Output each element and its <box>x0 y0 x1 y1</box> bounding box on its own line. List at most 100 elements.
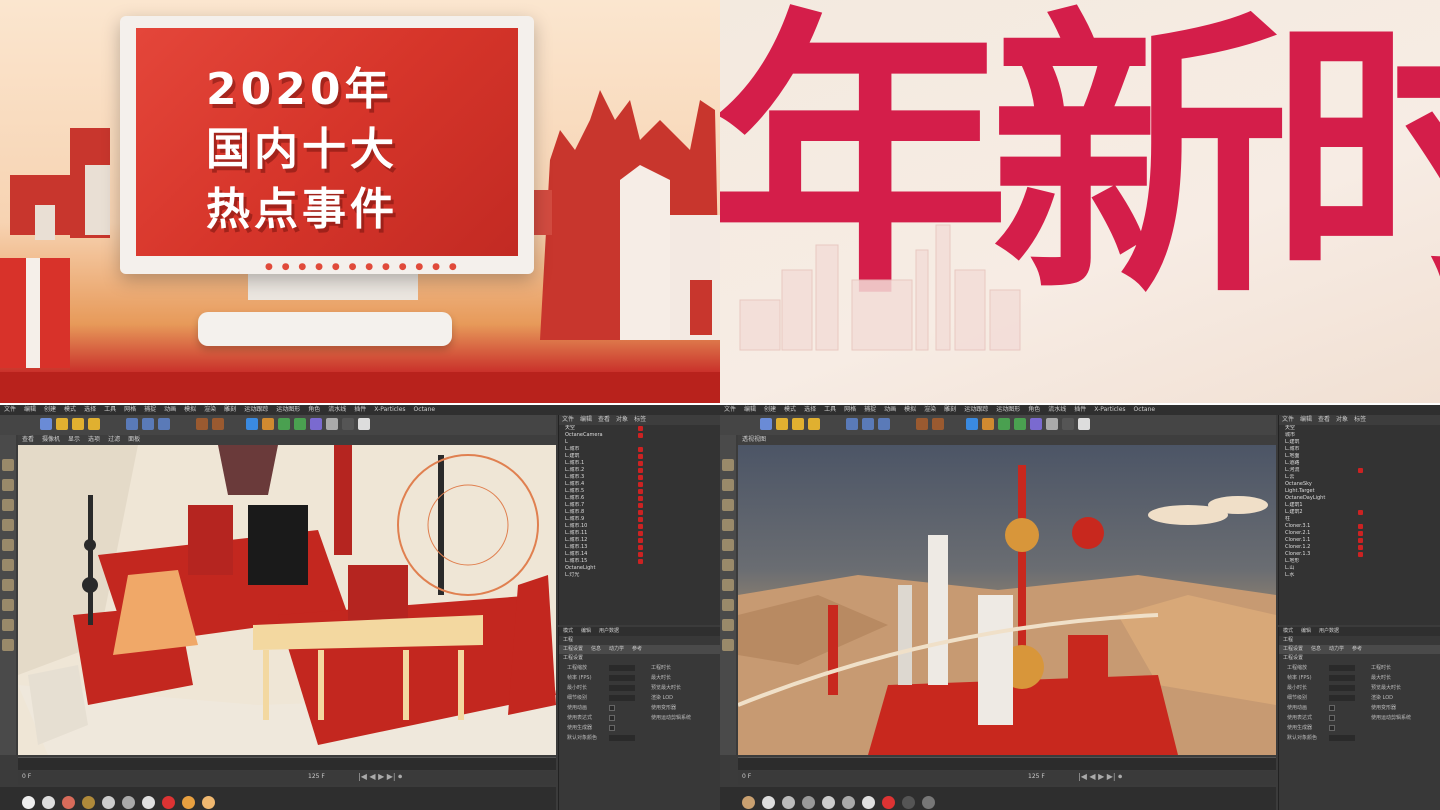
object-row[interactable]: OctaneSky <box>1279 481 1440 488</box>
menu-item[interactable]: 运动图形 <box>996 406 1020 413</box>
tool-icon[interactable] <box>2 639 14 651</box>
frame-end[interactable]: 125 F <box>1028 773 1045 780</box>
timeline-ruler[interactable] <box>738 757 1276 770</box>
menu-item[interactable]: 文件 <box>724 406 736 413</box>
material-ball[interactable] <box>862 796 875 809</box>
menu-item[interactable]: 选择 <box>804 406 816 413</box>
attr-subtab[interactable]: 参考 <box>632 646 642 652</box>
object-row[interactable]: Cloner.1.2 <box>1279 544 1440 551</box>
attr-menu-item[interactable]: 编辑 <box>581 628 591 634</box>
viewport-menu-item[interactable]: 摄像机 <box>42 436 60 443</box>
array-icon[interactable] <box>294 418 306 430</box>
material-ball[interactable] <box>22 796 35 809</box>
scale-icon[interactable] <box>72 418 84 430</box>
play-controls[interactable]: |◀ ◀ ▶ ▶| ⏺ <box>1078 772 1122 782</box>
attr-field[interactable] <box>1329 695 1355 701</box>
attr-checkbox[interactable] <box>609 725 615 731</box>
menu-item[interactable]: 雕刻 <box>944 406 956 413</box>
tool-icon[interactable] <box>722 619 734 631</box>
tool-icon[interactable] <box>722 459 734 471</box>
menu-item[interactable]: 创建 <box>44 406 56 413</box>
tool-icon[interactable] <box>2 459 14 471</box>
object-menu-item[interactable]: 标签 <box>1354 416 1366 423</box>
object-row[interactable]: L.城市.10 <box>559 523 720 530</box>
object-menu-item[interactable]: 文件 <box>1282 416 1294 423</box>
render-icon[interactable] <box>196 418 208 430</box>
material-ball[interactable] <box>922 796 935 809</box>
attr-subtab[interactable]: 信息 <box>591 646 601 652</box>
object-menu-item[interactable]: 文件 <box>562 416 574 423</box>
object-row[interactable]: 天空 <box>1279 425 1440 432</box>
subdivision-icon[interactable] <box>998 418 1010 430</box>
menu-item[interactable]: 渲染 <box>924 406 936 413</box>
object-row[interactable]: L.地面 <box>1279 453 1440 460</box>
object-row[interactable]: L.水 <box>1279 572 1440 579</box>
attr-menu-item[interactable]: 模式 <box>563 628 573 634</box>
rotate-icon[interactable] <box>808 418 820 430</box>
attr-checkbox[interactable] <box>609 715 615 721</box>
object-row[interactable]: Cloner.1.1 <box>1279 537 1440 544</box>
attr-menu-item[interactable]: 编辑 <box>1301 628 1311 634</box>
undo-icon[interactable] <box>40 418 52 430</box>
menu-item[interactable]: Octane <box>1134 406 1156 413</box>
object-row[interactable]: L.河流 <box>1279 467 1440 474</box>
viewport-menu-item[interactable]: 选项 <box>88 436 100 443</box>
menu-item[interactable]: 工具 <box>104 406 116 413</box>
object-row[interactable]: 城市 <box>1279 432 1440 439</box>
object-menu-item[interactable]: 对象 <box>616 416 628 423</box>
render-view-icon[interactable] <box>212 418 224 430</box>
menu-item[interactable]: X-Particles <box>374 406 405 413</box>
object-row[interactable]: L.城市.11 <box>559 530 720 537</box>
tool-icon[interactable] <box>722 519 734 531</box>
material-ball[interactable] <box>822 796 835 809</box>
material-ball[interactable] <box>182 796 195 809</box>
menu-item[interactable]: 模拟 <box>184 406 196 413</box>
deformer-icon[interactable] <box>1030 418 1042 430</box>
pen-icon[interactable] <box>262 418 274 430</box>
attr-menu-item[interactable]: 用户数据 <box>1319 628 1339 634</box>
floor-icon[interactable] <box>1046 418 1058 430</box>
menu-item[interactable]: 网格 <box>844 406 856 413</box>
subdivision-icon[interactable] <box>278 418 290 430</box>
light-icon[interactable] <box>358 418 370 430</box>
object-row[interactable]: L.城市.6 <box>559 495 720 502</box>
object-row[interactable]: L.道路 <box>1279 460 1440 467</box>
object-row[interactable]: L.城市.3 <box>559 474 720 481</box>
object-row[interactable]: L.城市.14 <box>559 551 720 558</box>
object-row[interactable]: L.建筑 <box>1279 439 1440 446</box>
object-row[interactable]: L.城市 <box>1279 446 1440 453</box>
attr-field[interactable] <box>609 665 635 671</box>
menu-item[interactable]: 运动图形 <box>276 406 300 413</box>
attr-checkbox[interactable] <box>1329 715 1335 721</box>
attr-field[interactable] <box>609 685 635 691</box>
menu-item[interactable]: 模式 <box>784 406 796 413</box>
object-menu-item[interactable]: 查看 <box>598 416 610 423</box>
object-menu-item[interactable]: 编辑 <box>580 416 592 423</box>
tool-icon[interactable] <box>722 599 734 611</box>
object-row[interactable]: 柱 <box>1279 516 1440 523</box>
menu-item[interactable]: 模式 <box>64 406 76 413</box>
attr-menu-item[interactable]: 用户数据 <box>599 628 619 634</box>
attr-subtab[interactable]: 工程设置 <box>1283 646 1303 652</box>
attr-checkbox[interactable] <box>1329 705 1335 711</box>
object-row[interactable]: L.城市.12 <box>559 537 720 544</box>
attr-subtab[interactable]: 信息 <box>1311 646 1321 652</box>
menu-item[interactable]: 插件 <box>354 406 366 413</box>
object-row[interactable]: L.城市.1 <box>559 460 720 467</box>
menu-item[interactable]: 角色 <box>1028 406 1040 413</box>
light-icon[interactable] <box>1078 418 1090 430</box>
object-row[interactable]: L.城市 <box>559 446 720 453</box>
tool-icon[interactable] <box>722 639 734 651</box>
attr-menu-item[interactable]: 模式 <box>1283 628 1293 634</box>
tool-icon[interactable] <box>2 539 14 551</box>
material-ball[interactable] <box>142 796 155 809</box>
object-row[interactable]: OctaneCamera <box>559 432 720 439</box>
tool-icon[interactable] <box>2 559 14 571</box>
object-row[interactable]: Cloner.2.1 <box>1279 530 1440 537</box>
menu-item[interactable]: 编辑 <box>744 406 756 413</box>
tool-icon[interactable] <box>2 479 14 491</box>
menu-item[interactable]: 运动跟踪 <box>964 406 988 413</box>
material-ball[interactable] <box>842 796 855 809</box>
deformer-icon[interactable] <box>310 418 322 430</box>
tool-icon[interactable] <box>722 499 734 511</box>
